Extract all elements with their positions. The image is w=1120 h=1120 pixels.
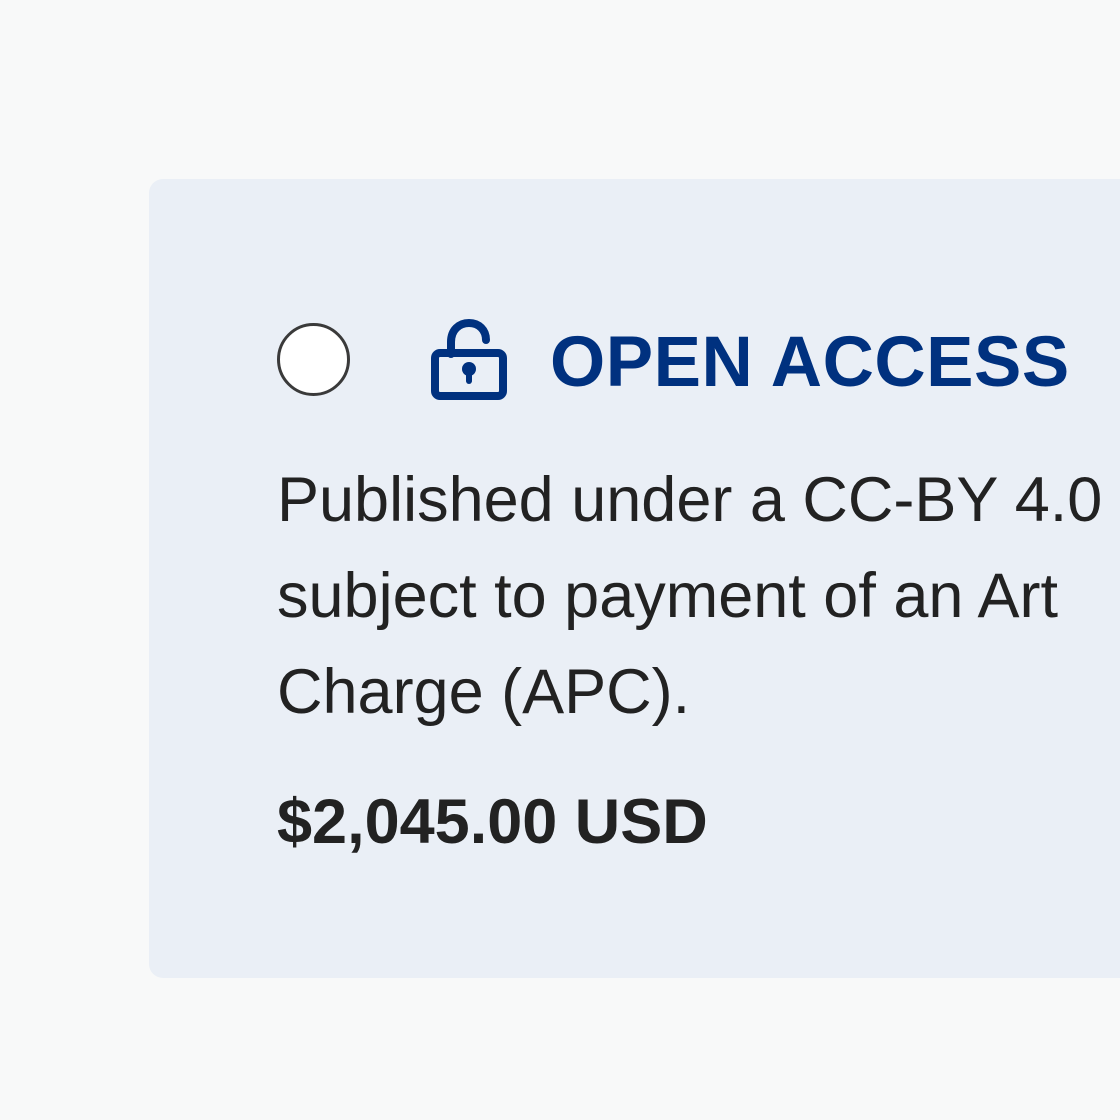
- open-access-radio-button[interactable]: [277, 323, 350, 396]
- description-line: Published under a CC-BY 4.0: [277, 465, 1103, 535]
- open-access-option-card[interactable]: OPEN ACCESS Published under a CC-BY 4.0 …: [149, 179, 1120, 978]
- option-title: OPEN ACCESS: [550, 323, 1070, 402]
- unlocked-padlock-icon: [431, 318, 507, 400]
- option-description: Published under a CC-BY 4.0 subject to p…: [277, 452, 1120, 740]
- description-line: Charge (APC).: [277, 657, 691, 727]
- option-price: $2,045.00 USD: [277, 787, 708, 857]
- page: OPEN ACCESS Published under a CC-BY 4.0 …: [0, 0, 1120, 1120]
- description-line: subject to payment of an Art: [277, 561, 1058, 631]
